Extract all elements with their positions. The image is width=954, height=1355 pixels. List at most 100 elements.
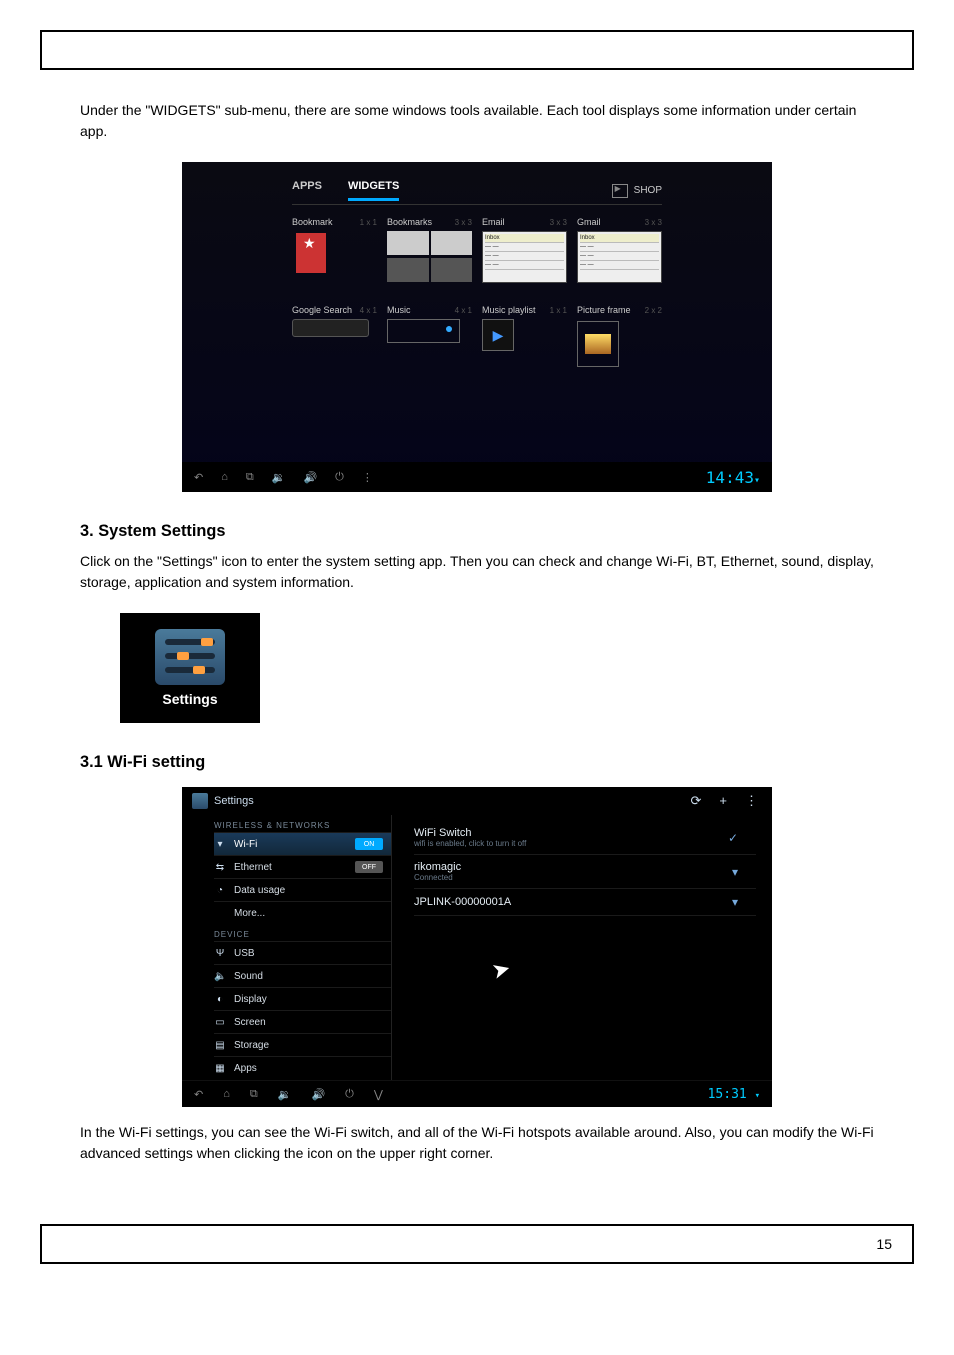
vol-up-icon[interactable]: 🔊 bbox=[303, 471, 317, 484]
widget-title: Bookmarks bbox=[387, 217, 432, 227]
row-title: rikomagic bbox=[414, 861, 461, 873]
clock: 14:43▾ bbox=[706, 468, 760, 487]
wifi-icon: ▾ bbox=[214, 839, 226, 850]
sidebar-item-more[interactable]: More... bbox=[214, 901, 391, 924]
tab-apps[interactable]: APPS bbox=[292, 180, 322, 201]
picture-icon bbox=[577, 321, 619, 367]
check-icon: ✓ bbox=[728, 831, 738, 845]
widget-music-playlist[interactable]: Music playlist1 x 1 ▶ bbox=[482, 305, 567, 371]
recent-icon[interactable]: ⧉ bbox=[246, 471, 254, 484]
home-icon[interactable]: ⌂ bbox=[221, 471, 228, 483]
wifi-setting-paragraph: In the Wi-Fi settings, you can see the W… bbox=[80, 1122, 874, 1164]
row-subtitle: wifi is enabled, click to turn it off bbox=[414, 839, 526, 848]
settings-app-icon[interactable]: Settings bbox=[120, 613, 260, 723]
sound-icon: 🔈 bbox=[214, 971, 226, 982]
search-bar-icon bbox=[292, 319, 369, 337]
apps-icon: ▦ bbox=[214, 1063, 226, 1074]
back-icon[interactable]: ↶ bbox=[194, 1088, 203, 1101]
widget-title: Music bbox=[387, 305, 411, 315]
widget-title: Email bbox=[482, 217, 505, 227]
back-icon[interactable]: ↶ bbox=[194, 471, 203, 484]
sidebar-item-wifi[interactable]: ▾ Wi-Fi ON bbox=[214, 832, 391, 855]
menu-icon[interactable]: ⋮ bbox=[362, 471, 373, 484]
recent-icon[interactable]: ⧉ bbox=[250, 1088, 258, 1101]
sidebar-item-sound[interactable]: 🔈 Sound bbox=[214, 964, 391, 987]
widget-title: Google Search bbox=[292, 305, 352, 315]
sidebar-item-label: Storage bbox=[234, 1040, 269, 1051]
widget-bookmarks[interactable]: Bookmarks 3 x 3 bbox=[387, 217, 472, 283]
power-icon[interactable]: ⏻ bbox=[335, 471, 344, 484]
wifi-signal-icon: ▾ bbox=[754, 475, 760, 486]
widget-google-search[interactable]: Google Search 4 x 1 bbox=[292, 305, 377, 371]
vol-down-icon[interactable]: 🔉 bbox=[278, 1088, 292, 1101]
sidebar-item-display[interactable]: ◐ Display bbox=[214, 987, 391, 1010]
wifi-network-jplink[interactable]: JPLINK-00000001A ▾ bbox=[414, 889, 756, 916]
widget-size: 3 x 3 bbox=[455, 218, 472, 227]
storage-icon: ▤ bbox=[214, 1040, 226, 1051]
widgets-intro-paragraph: Under the "WIDGETS" sub-menu, there are … bbox=[80, 100, 874, 142]
system-settings-paragraph: Click on the "Settings" icon to enter th… bbox=[80, 551, 874, 593]
widget-size: 1 x 1 bbox=[360, 218, 377, 227]
wifi-network-rikomagic[interactable]: rikomagic Connected ▾ bbox=[414, 855, 756, 889]
wifi-settings-screenshot: Settings ⟳ + ⋮ WIRELESS & NETWORKS ▾ Wi-… bbox=[182, 787, 772, 1107]
page-footer-frame: 15 bbox=[40, 1224, 914, 1264]
row-title: WiFi Switch bbox=[414, 827, 526, 839]
display-icon: ◐ bbox=[214, 994, 226, 1005]
widget-email[interactable]: Email3 x 3 Inbox— —— —— — bbox=[482, 217, 567, 283]
hide-bar-icon[interactable]: ⋁ bbox=[374, 1088, 383, 1101]
row-subtitle: Connected bbox=[414, 873, 461, 882]
widget-gmail[interactable]: Gmail3 x 3 Inbox— —— —— — bbox=[577, 217, 662, 283]
widget-title: Bookmark bbox=[292, 217, 333, 227]
wifi-strength-icon: ▾ bbox=[732, 865, 738, 879]
clock: 15:31 ▾ bbox=[708, 1087, 760, 1102]
sidebar-item-label: Data usage bbox=[234, 885, 285, 896]
sidebar-item-apps[interactable]: ▦ Apps bbox=[214, 1056, 391, 1079]
ethernet-icon: ⇆ bbox=[214, 862, 226, 873]
section-heading-wifi-setting: 3.1 Wi-Fi setting bbox=[80, 753, 874, 772]
sidebar-item-data-usage[interactable]: ◔ Data usage bbox=[214, 878, 391, 901]
wifi-toggle[interactable]: ON bbox=[355, 838, 383, 850]
sidebar-item-label: Display bbox=[234, 994, 267, 1005]
category-device: DEVICE bbox=[214, 930, 391, 939]
settings-sidebar: WIRELESS & NETWORKS ▾ Wi-Fi ON ⇆ Etherne… bbox=[182, 815, 392, 1081]
sidebar-item-storage[interactable]: ▤ Storage bbox=[214, 1033, 391, 1056]
widget-size: 1 x 1 bbox=[550, 306, 567, 315]
screen-icon: ▭ bbox=[214, 1017, 226, 1028]
ethernet-toggle[interactable]: OFF bbox=[355, 861, 383, 873]
sliders-icon bbox=[155, 629, 225, 685]
nav-bar: ↶ ⌂ ⧉ 🔉 🔊 ⏻ ⋮ 14:43▾ bbox=[182, 462, 772, 492]
sidebar-item-label: USB bbox=[234, 948, 255, 959]
widget-size: 3 x 3 bbox=[645, 218, 662, 227]
footer-page-number: 15 bbox=[876, 1236, 892, 1252]
widget-bookmark[interactable]: Bookmark 1 x 1 bbox=[292, 217, 377, 283]
settings-detail-pane: WiFi Switch wifi is enabled, click to tu… bbox=[392, 815, 772, 1081]
nav-bar: ↶ ⌂ ⧉ 🔉 🔊 ⏻ ⋁ 15:31 ▾ bbox=[182, 1080, 772, 1107]
sidebar-item-label: Ethernet bbox=[234, 862, 272, 873]
widget-music[interactable]: Music 4 x 1 bbox=[387, 305, 472, 371]
power-icon[interactable]: ⏻ bbox=[345, 1088, 354, 1101]
widget-size: 4 x 1 bbox=[360, 306, 377, 315]
shop-button[interactable]: SHOP bbox=[612, 184, 662, 198]
vol-down-icon[interactable]: 🔉 bbox=[272, 471, 286, 484]
section-heading-system-settings: 3. System Settings bbox=[80, 522, 874, 541]
sidebar-item-ethernet[interactable]: ⇆ Ethernet OFF bbox=[214, 855, 391, 878]
data-usage-icon: ◔ bbox=[214, 885, 226, 896]
sidebar-item-label: Screen bbox=[234, 1017, 266, 1028]
tab-widgets[interactable]: WIDGETS bbox=[348, 180, 399, 201]
bookmark-icon bbox=[296, 233, 326, 273]
sidebar-item-label: More... bbox=[234, 908, 265, 919]
sidebar-item-usb[interactable]: Ψ USB bbox=[214, 941, 391, 964]
shop-icon bbox=[612, 184, 628, 198]
wifi-signal-icon: ▾ bbox=[755, 1091, 760, 1101]
widget-picture-frame[interactable]: Picture frame2 x 2 bbox=[577, 305, 662, 371]
vol-up-icon[interactable]: 🔊 bbox=[311, 1088, 325, 1101]
home-icon[interactable]: ⌂ bbox=[223, 1088, 230, 1100]
widget-size: 4 x 1 bbox=[455, 306, 472, 315]
sidebar-item-screen[interactable]: ▭ Screen bbox=[214, 1010, 391, 1033]
sidebar-item-label: Sound bbox=[234, 971, 263, 982]
wifi-strength-icon: ▾ bbox=[732, 895, 738, 909]
settings-icon-label: Settings bbox=[162, 691, 217, 707]
wifi-switch-row[interactable]: WiFi Switch wifi is enabled, click to tu… bbox=[414, 821, 756, 855]
widget-size: 2 x 2 bbox=[645, 306, 662, 315]
widget-title: Gmail bbox=[577, 217, 601, 227]
